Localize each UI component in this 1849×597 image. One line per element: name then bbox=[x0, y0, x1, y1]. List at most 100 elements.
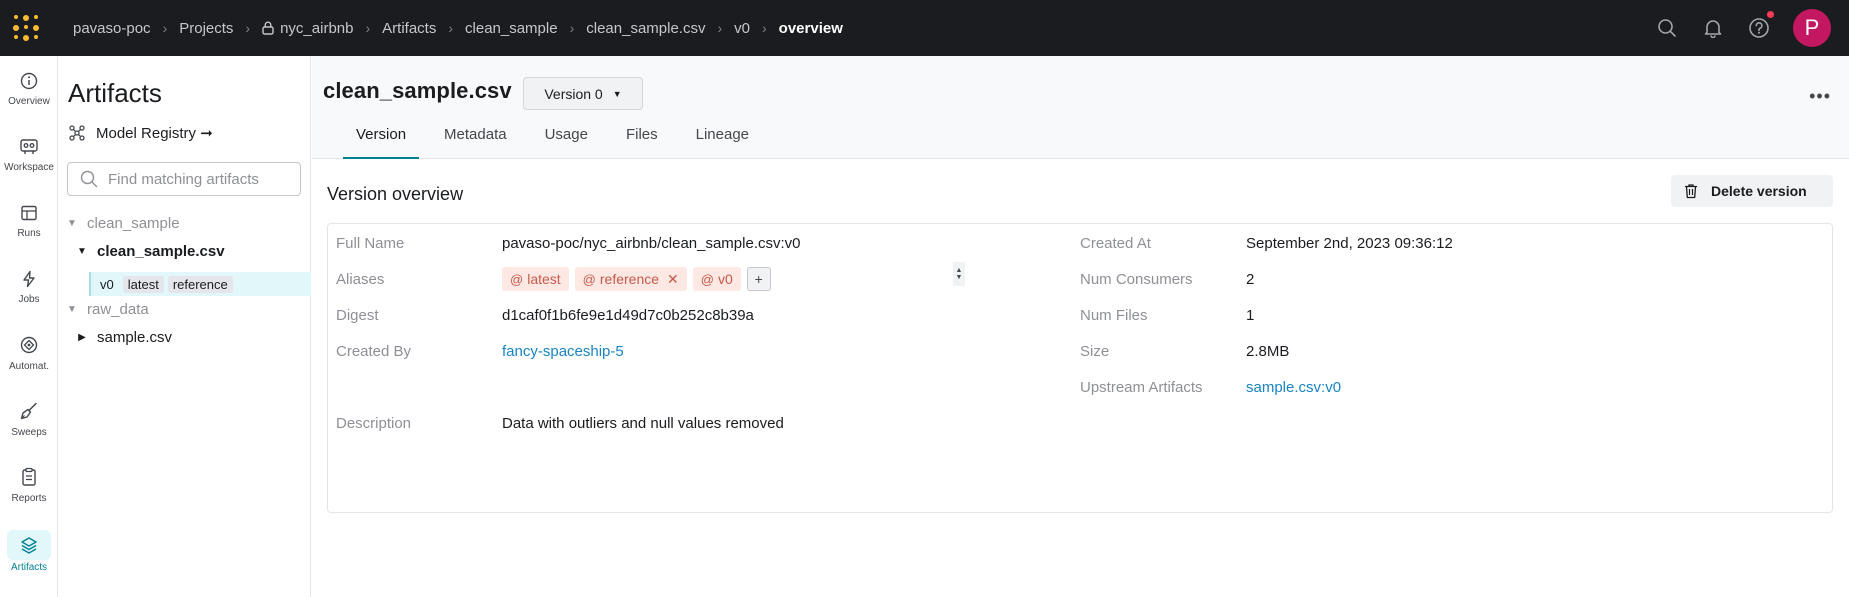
search-icon bbox=[80, 170, 98, 188]
nav-item-jobs[interactable]: Jobs bbox=[4, 260, 54, 314]
breadcrumb-version[interactable]: v0 bbox=[730, 20, 754, 37]
chevron-right-icon: › bbox=[245, 20, 251, 36]
caret-down-icon: ▼ bbox=[612, 88, 622, 99]
version-overview-card: Full Name pavaso-poc/nyc_airbnb/clean_sa… bbox=[327, 223, 1833, 513]
close-icon[interactable]: ✕ bbox=[667, 271, 679, 288]
artifact-search-input[interactable] bbox=[108, 170, 288, 188]
nav-item-label: Artifacts bbox=[10, 561, 48, 573]
lightning-icon bbox=[23, 270, 35, 287]
active-icon-wrap bbox=[7, 529, 51, 560]
artifacts-sidebar: Artifacts Model Registry ➞ ▼ clean_sampl… bbox=[59, 56, 311, 597]
field-key: Created At bbox=[1080, 235, 1151, 252]
created-by-link[interactable]: fancy-spaceship-5 bbox=[502, 343, 624, 360]
chevron-right-icon: › bbox=[717, 20, 723, 36]
clipboard-icon bbox=[22, 467, 36, 486]
nav-item-reports[interactable]: Reports bbox=[4, 458, 54, 512]
nav-item-artifacts[interactable]: Artifacts bbox=[4, 524, 54, 578]
model-registry-link[interactable]: Model Registry ➞ bbox=[68, 124, 213, 142]
breadcrumb-projects[interactable]: Projects bbox=[175, 20, 237, 37]
alias-tag: latest bbox=[122, 275, 164, 293]
aliases-list: @ latest @ reference ✕ @ v0 + bbox=[502, 267, 771, 291]
alias-chip-label: latest bbox=[527, 271, 561, 287]
tree-version-row[interactable]: v0 latest reference bbox=[89, 272, 311, 296]
field-key: Num Consumers bbox=[1080, 271, 1193, 288]
nav-item-label: Overview bbox=[8, 95, 50, 107]
chevron-right-icon: › bbox=[448, 20, 454, 36]
alias-chip[interactable]: @ reference ✕ bbox=[574, 267, 687, 291]
chevron-right-icon: › bbox=[762, 20, 767, 36]
nav-item-overview[interactable]: Overview bbox=[4, 62, 54, 116]
tree-artifact-sample-csv[interactable]: ▶ sample.csv bbox=[75, 329, 172, 346]
breadcrumb-artifact-collection[interactable]: clean_sample bbox=[461, 20, 562, 37]
field-key: Size bbox=[1080, 343, 1110, 360]
caret-right-icon: ▶ bbox=[78, 332, 86, 343]
trash-icon bbox=[1685, 184, 1697, 199]
chevron-right-icon: › bbox=[365, 20, 371, 36]
caret-down-icon: ▼ bbox=[67, 218, 77, 229]
alias-chip-label: reference bbox=[599, 271, 660, 287]
description-value: Data with outliers and null values remov… bbox=[502, 415, 784, 432]
bell-icon[interactable] bbox=[1701, 16, 1725, 40]
wandb-logo-icon[interactable] bbox=[13, 14, 41, 42]
nav-item-runs[interactable]: Runs bbox=[4, 194, 54, 248]
digest-value: d1caf0f1b6fe9e1d49d7c0b252c8b39a bbox=[502, 307, 754, 324]
main-content: clean_sample.csv Version 0 ▼ ••• Version… bbox=[312, 56, 1849, 597]
breadcrumb-artifacts[interactable]: Artifacts bbox=[378, 20, 440, 37]
tab-lineage[interactable]: Lineage bbox=[683, 122, 762, 159]
version-overview-title: Version overview bbox=[327, 184, 464, 204]
tree-group-clean-sample[interactable]: ▼ clean_sample bbox=[65, 215, 180, 232]
tree-artifact-clean-sample-csv[interactable]: ▼ clean_sample.csv bbox=[75, 243, 225, 260]
tree-artifact-label: sample.csv bbox=[97, 329, 173, 346]
field-key: Num Files bbox=[1080, 307, 1148, 324]
alias-chip[interactable]: @ latest bbox=[502, 267, 569, 291]
sidebar-title: Artifacts bbox=[68, 78, 162, 108]
field-key: Created By bbox=[336, 343, 412, 360]
more-options-icon[interactable]: ••• bbox=[1809, 86, 1831, 107]
artifact-title: clean_sample.csv bbox=[323, 78, 512, 103]
avatar[interactable]: P bbox=[1793, 9, 1831, 47]
search-icon[interactable] bbox=[1655, 16, 1679, 40]
breadcrumb-project[interactable]: nyc_airbnb bbox=[258, 20, 357, 37]
avatar-initial: P bbox=[1804, 15, 1820, 40]
nav-item-sweeps[interactable]: Sweeps bbox=[4, 392, 54, 446]
alias-chip[interactable]: @ v0 bbox=[692, 267, 741, 291]
tree-group-label: clean_sample bbox=[87, 215, 180, 232]
tree-artifact-label: clean_sample.csv bbox=[97, 243, 225, 260]
at-icon: @ bbox=[700, 271, 714, 287]
nav-item-automations[interactable]: Automat. bbox=[4, 326, 54, 380]
field-key: Upstream Artifacts bbox=[1080, 379, 1203, 396]
resize-spinner-icon[interactable]: ▲ ▼ bbox=[953, 262, 965, 286]
breadcrumb-artifact[interactable]: clean_sample.csv bbox=[582, 20, 709, 37]
tab-files[interactable]: Files bbox=[613, 122, 671, 159]
help-icon[interactable] bbox=[1747, 10, 1775, 40]
delete-version-button[interactable]: Delete version bbox=[1671, 175, 1833, 207]
chevron-right-icon: › bbox=[569, 20, 575, 36]
info-icon bbox=[20, 72, 38, 89]
nav-item-label: Runs bbox=[17, 227, 41, 239]
alias-tag: reference bbox=[167, 275, 233, 293]
version-select[interactable]: Version 0 ▼ bbox=[523, 77, 643, 110]
field-key: Description bbox=[336, 415, 412, 432]
artifact-search bbox=[67, 162, 301, 196]
full-name-value: pavaso-poc/nyc_airbnb/clean_sample.csv:v… bbox=[502, 235, 801, 252]
nav-item-label: Workspace bbox=[4, 161, 54, 173]
created-at-value: September 2nd, 2023 09:36:12 bbox=[1246, 235, 1453, 252]
lock-icon bbox=[262, 21, 274, 35]
nav-item-workspace[interactable]: Workspace bbox=[4, 128, 54, 182]
add-alias-button[interactable]: + bbox=[746, 267, 771, 291]
breadcrumb-project-label: nyc_airbnb bbox=[280, 19, 354, 37]
artifact-header: clean_sample.csv Version 0 ▼ ••• Version… bbox=[312, 56, 1849, 159]
breadcrumb-entity[interactable]: pavaso-poc bbox=[69, 20, 155, 37]
broom-icon bbox=[20, 402, 37, 419]
at-icon: @ bbox=[582, 271, 596, 287]
tab-version[interactable]: Version bbox=[343, 122, 420, 159]
at-icon: @ bbox=[510, 271, 524, 287]
tab-metadata[interactable]: Metadata bbox=[431, 122, 520, 159]
upstream-artifact-link[interactable]: sample.csv:v0 bbox=[1246, 379, 1341, 396]
nav-item-label: Automat. bbox=[8, 360, 50, 372]
tree-group-raw-data[interactable]: ▼ raw_data bbox=[65, 301, 149, 318]
tab-usage[interactable]: Usage bbox=[532, 122, 601, 159]
delete-version-label: Delete version bbox=[1711, 183, 1807, 199]
version-select-label: Version 0 bbox=[544, 85, 603, 102]
chevron-right-icon: › bbox=[162, 20, 168, 36]
